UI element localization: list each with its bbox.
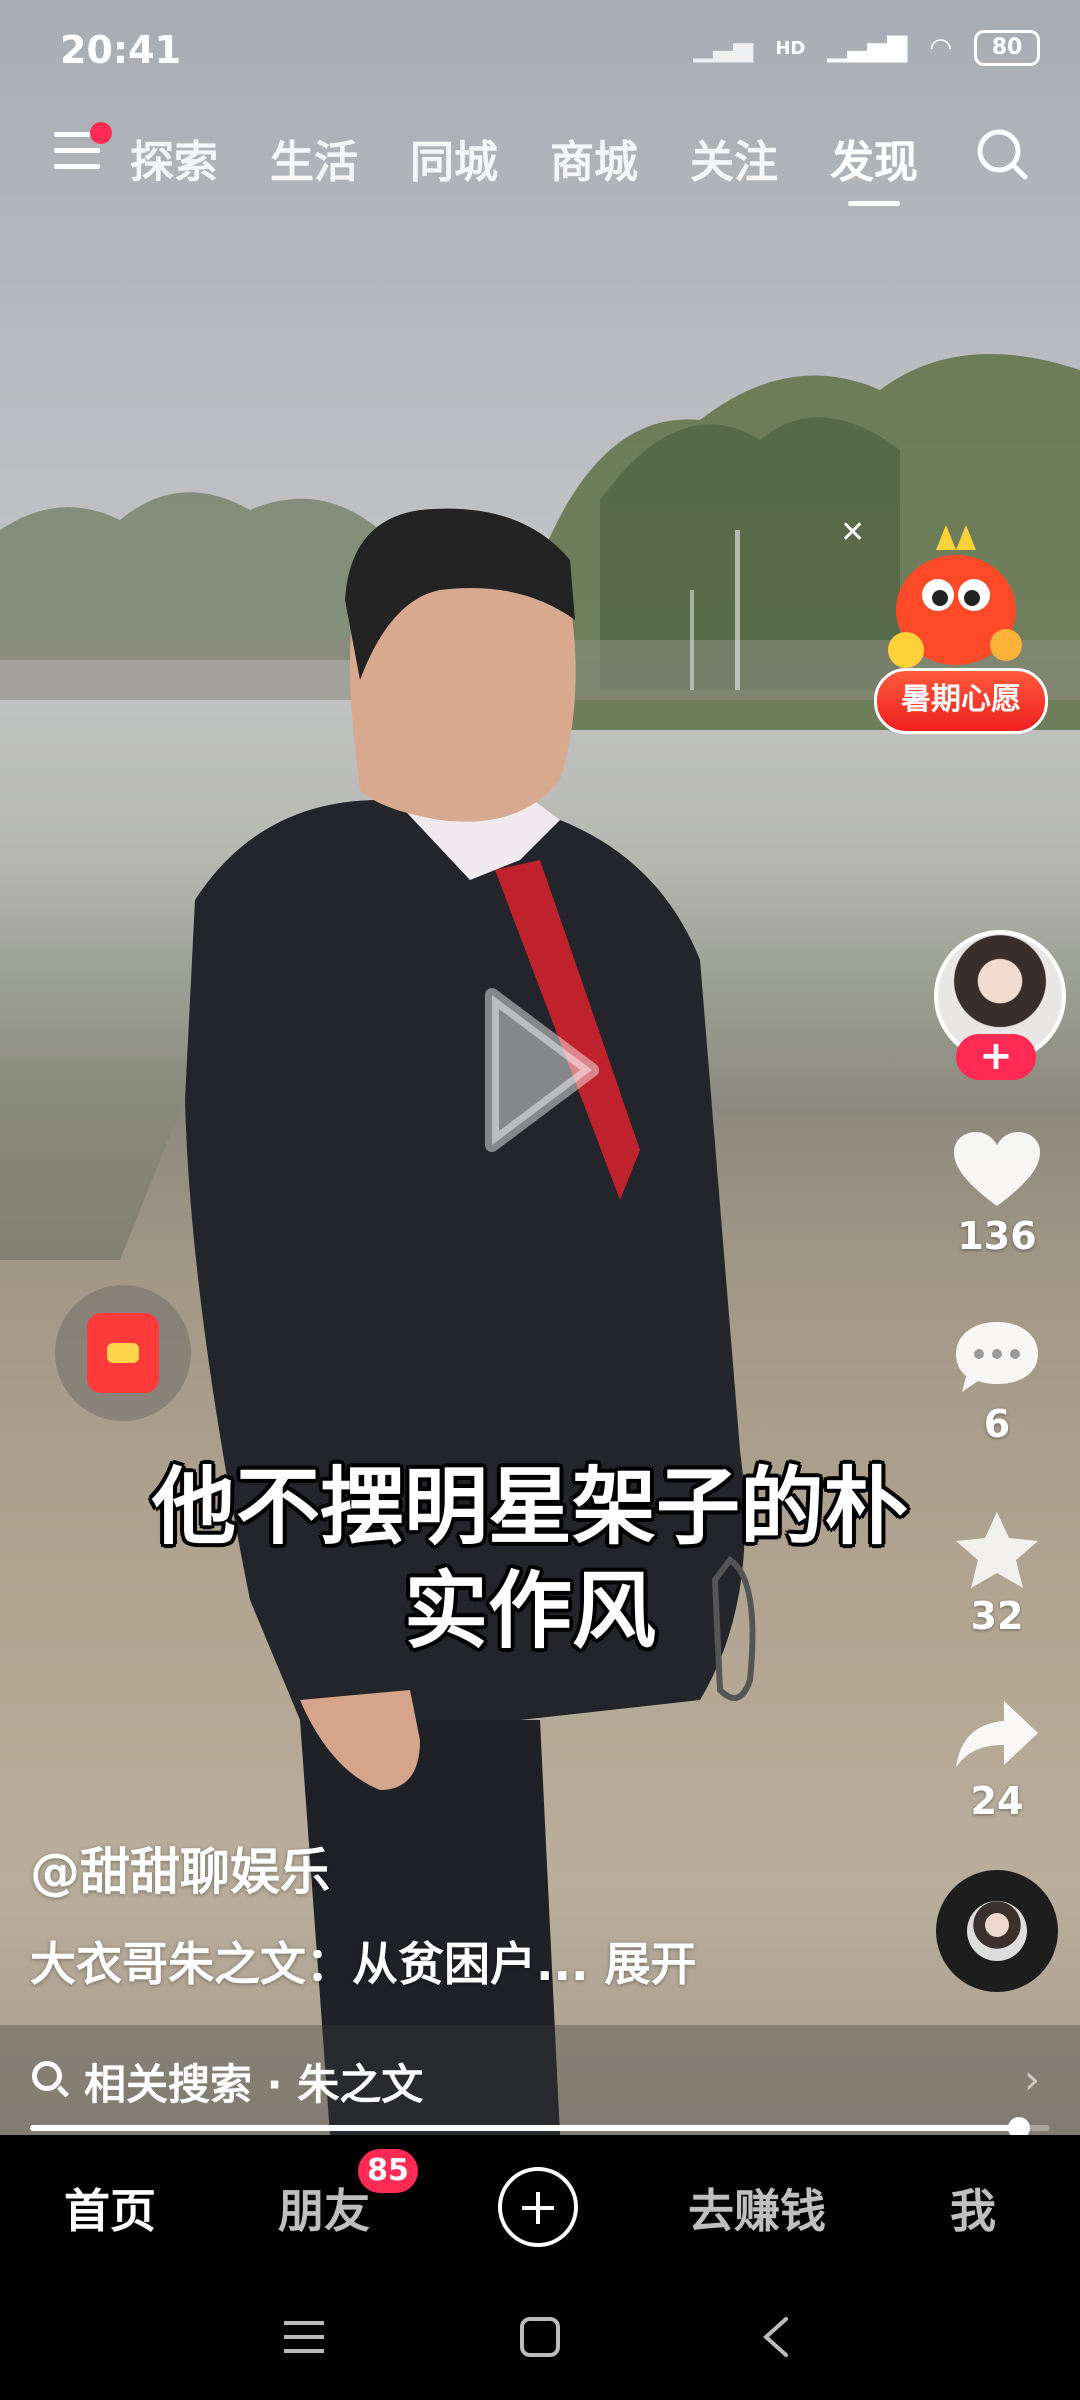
subtitle-line-2: 实作风 [403,1561,656,1660]
comment-button[interactable]: 6 [930,1318,1064,1446]
tab-local[interactable]: 同城 [410,126,498,190]
search-icon[interactable] [974,126,1030,182]
back-icon[interactable] [756,2315,796,2359]
nav-friends[interactable]: 朋友 [278,2175,370,2241]
heart-icon [954,1132,1040,1206]
red-packet-button[interactable] [55,1285,191,1421]
home-icon[interactable] [518,2315,562,2359]
share-count: 24 [970,1779,1024,1823]
wifi-icon: ◠ [929,33,952,63]
play-icon[interactable] [482,985,602,1155]
video-description[interactable]: 大衣哥朱之文：从贫困户... 展开 [30,1928,696,1994]
bottom-navigation: 首页 朋友 85 去赚钱 我 [0,2135,1080,2275]
music-disc[interactable] [936,1870,1058,1992]
tab-following[interactable]: 关注 [690,126,778,190]
clock: 20:41 [60,28,181,72]
recents-icon[interactable] [282,2315,328,2359]
comment-count: 6 [983,1402,1011,1446]
tab-mall[interactable]: 商城 [550,126,638,190]
related-search-bar[interactable]: 相关搜索 · 朱之文 › [0,2025,1080,2135]
status-icons: ▁▃▅ HD ▁▃▅▇ ◠ 80 [693,30,1040,66]
progress-fill [30,2125,1020,2131]
search-icon [32,2061,62,2091]
comment-icon [956,1322,1038,1392]
close-icon[interactable]: ✕ [840,515,865,550]
nav-me[interactable]: 我 [950,2175,996,2241]
create-button[interactable] [498,2167,578,2247]
tab-life[interactable]: 生活 [270,126,358,190]
tab-discover[interactable]: 发现 [830,126,918,206]
status-bar: 20:41 ▁▃▅ HD ▁▃▅▇ ◠ 80 [0,0,1080,110]
system-navigation [0,2275,1080,2400]
video-subtitle: 他不摆明星架子的朴 实作风 [40,1455,1020,1663]
like-count: 136 [957,1214,1037,1258]
hd-label: HD [775,37,806,59]
share-button[interactable]: 24 [930,1695,1064,1823]
red-packet-icon [87,1313,159,1393]
video-progress-bar[interactable] [30,2117,1050,2139]
network-icon: ▁▃▅ [693,33,754,63]
share-icon [956,1701,1038,1767]
promo-label[interactable]: 暑期心愿 [874,668,1048,734]
signal-icon: ▁▃▅▇ [827,33,908,63]
top-tabs: 探索 生活 同城 商城 关注 发现 [130,126,918,206]
tab-explore[interactable]: 探索 [130,126,218,190]
notification-dot [90,122,112,144]
related-search-text: 相关搜索 · 朱之文 [84,2060,424,2109]
friends-badge: 85 [358,2149,418,2193]
nav-earn[interactable]: 去赚钱 [688,2175,826,2241]
author-name[interactable]: @甜甜聊娱乐 [30,1832,330,1904]
follow-button[interactable]: + [956,1034,1036,1080]
battery-icon: 80 [974,30,1040,66]
like-button[interactable]: 136 [930,1130,1064,1258]
chevron-right-icon: › [1024,2057,1040,2103]
nav-home[interactable]: 首页 [64,2175,156,2241]
subtitle-line-1: 他不摆明星架子的朴 [151,1457,908,1556]
top-navigation: 探索 生活 同城 商城 关注 发现 [0,112,1080,206]
